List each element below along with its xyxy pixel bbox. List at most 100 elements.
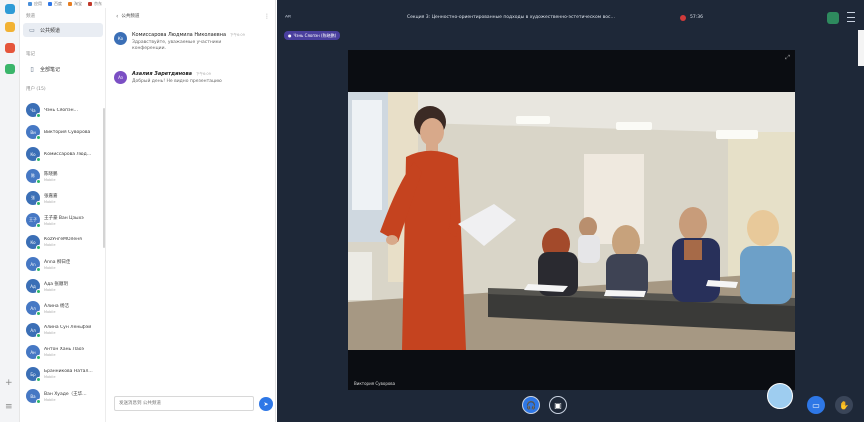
bookmark-item[interactable]: 京东 bbox=[88, 1, 102, 7]
camera-video-feed bbox=[348, 92, 795, 350]
avatar: Ко bbox=[26, 235, 41, 250]
avatar: 陈 bbox=[26, 169, 41, 184]
participant-device: Mobile bbox=[44, 177, 56, 182]
participant-item[interactable]: Ал Алина 杨洁 Mobile bbox=[26, 297, 104, 319]
online-status-icon bbox=[36, 289, 41, 294]
meeting-area: ᴬᴿ Секция 3: Ценностно-ориентированные п… bbox=[277, 0, 864, 422]
menu-icon[interactable]: ≡ bbox=[5, 402, 13, 412]
participant-item[interactable]: Ал Алина Сун Леньфэй Mobile bbox=[26, 319, 104, 341]
chat-bubble-icon: ▭ bbox=[29, 26, 35, 34]
bookmark-icon bbox=[68, 1, 72, 6]
participant-item[interactable]: Ко Комиссарова Люд… bbox=[26, 143, 104, 165]
calendar-icon[interactable] bbox=[5, 43, 15, 53]
headset-button[interactable]: 🎧 bbox=[522, 396, 540, 414]
online-status-icon bbox=[36, 333, 41, 338]
online-status-icon bbox=[36, 113, 41, 118]
participant-item[interactable]: Ча Чэнь Сяопэн… bbox=[26, 99, 104, 121]
participant-item[interactable]: Ан Антон Хань Лаоэ Mobile bbox=[26, 341, 104, 363]
avatar: Ал bbox=[26, 323, 41, 338]
message-text: Здравствуйте, уважаемые участники конфер… bbox=[132, 40, 222, 51]
chat-header: ‹ 公共频道 ⋮ bbox=[116, 12, 270, 20]
avatar: 王子 bbox=[26, 213, 41, 228]
raise-hand-button[interactable]: ✋ bbox=[835, 396, 853, 414]
participant-item[interactable]: Бр Бранникова Натал… Mobile bbox=[26, 363, 104, 385]
meeting-timer: 57:36 bbox=[690, 15, 703, 20]
contacts-icon[interactable] bbox=[5, 64, 15, 74]
online-status-icon bbox=[36, 267, 41, 272]
participant-device: Mobile bbox=[44, 397, 56, 402]
participant-item[interactable]: Ад Ада 张顺玥 Mobile bbox=[26, 275, 104, 297]
bookmark-item[interactable]: 淘宝 bbox=[68, 1, 82, 7]
participant-name: Ада 张顺玥 bbox=[44, 281, 68, 287]
online-status-icon bbox=[36, 311, 41, 316]
bookmark-item[interactable]: 百度 bbox=[48, 1, 62, 7]
app-logo-icon: ᴬᴿ bbox=[285, 14, 292, 22]
message-input[interactable] bbox=[114, 396, 254, 411]
avatar: Ко bbox=[114, 32, 127, 45]
notes-icon: ▯ bbox=[30, 65, 34, 73]
more-options-icon[interactable]: ⋮ bbox=[264, 13, 270, 20]
participant-item[interactable]: An Anna 柳日佳 Mobile bbox=[26, 253, 104, 275]
notes-label: 全部笔记 bbox=[40, 66, 61, 73]
app-logo-icon[interactable] bbox=[5, 4, 15, 14]
connection-status-icon[interactable] bbox=[827, 12, 839, 24]
participant-device: Mobile bbox=[44, 243, 56, 247]
active-speaker-badge: ● Чэнь Сяопэн (陈晓鹏) bbox=[284, 31, 341, 40]
back-icon[interactable]: ‹ bbox=[116, 13, 118, 20]
microphone-icon: ● bbox=[288, 33, 292, 38]
video-stage: ⤢ Виктория Суворова bbox=[348, 50, 795, 390]
chat-message: Ко Комиссарова Людмила Николаевна 下午6:09… bbox=[114, 32, 272, 52]
bookmark-label: 应用 bbox=[34, 0, 42, 6]
send-button[interactable]: ➤ bbox=[259, 397, 273, 411]
fullscreen-icon[interactable]: ⤢ bbox=[785, 54, 790, 62]
online-status-icon bbox=[36, 245, 41, 250]
participant-device: Mobile bbox=[44, 353, 56, 357]
mail-icon[interactable] bbox=[5, 22, 15, 32]
recording-icon bbox=[680, 15, 686, 21]
channel-item-public[interactable]: ▭ 公共频道 bbox=[23, 23, 103, 37]
participant-item[interactable]: 王子 王子豪 Ван Цзыхэ Mobile bbox=[26, 209, 104, 231]
participant-item[interactable]: Ви Виктория Суворова bbox=[26, 121, 104, 143]
speaker-name: Чэнь Сяопэн (陈晓鹏) bbox=[293, 32, 337, 38]
channels-section-label: 频道 bbox=[26, 14, 35, 19]
participant-item[interactable]: 陈陈晓鹏 Mobile bbox=[26, 165, 104, 187]
bookmark-icon bbox=[48, 1, 52, 6]
participant-name: Алина Сун Леньфэй bbox=[44, 325, 92, 330]
avatar: Аз bbox=[114, 71, 127, 84]
participant-name: Бранникова Натал… bbox=[44, 369, 93, 374]
add-icon[interactable]: + bbox=[5, 378, 13, 388]
participant-name: Виктория Суворова bbox=[44, 129, 91, 135]
participant-name: 陈晓鹏 bbox=[44, 171, 58, 177]
bookmark-item[interactable]: 应用 bbox=[28, 1, 42, 7]
floating-action-button[interactable] bbox=[767, 383, 793, 409]
participant-item[interactable]: Ко КоzУнгеМОленя Mobile bbox=[26, 231, 104, 253]
participant-name: КоzУнгеМОленя bbox=[44, 237, 82, 242]
channel-label: 公共频道 bbox=[40, 27, 61, 34]
avatar: An bbox=[26, 257, 41, 272]
message-text: Добрый день! Не видно презентацию bbox=[132, 79, 222, 84]
online-status-icon bbox=[36, 377, 41, 382]
users-section-label: 用户 (15) bbox=[26, 87, 46, 92]
participant-device: Mobile bbox=[44, 199, 56, 204]
online-status-icon bbox=[36, 399, 41, 404]
participants-panel: 频道 ▭ 公共频道 笔记 ▯ 全部笔记 用户 (15) Ча Чэнь Сяопэ… bbox=[20, 8, 106, 422]
message-time: 下午6:09 bbox=[230, 33, 245, 37]
avatar: Ко bbox=[26, 147, 41, 162]
participant-device: Mobile bbox=[44, 331, 56, 335]
avatar: Ча bbox=[26, 103, 41, 118]
participant-scrollbar[interactable] bbox=[103, 108, 105, 248]
participant-item[interactable]: Ва Ван Хуаде（王华… Mobile bbox=[26, 385, 104, 407]
side-scrollbar[interactable] bbox=[858, 30, 864, 66]
screenshare-button[interactable]: ▣ bbox=[549, 396, 567, 414]
online-status-icon bbox=[36, 201, 41, 206]
participant-device: Mobile bbox=[44, 309, 56, 314]
participant-name: 张嘉嘉 bbox=[44, 193, 58, 199]
participant-item[interactable]: 张张嘉嘉 Mobile bbox=[26, 187, 104, 209]
menu-icon[interactable] bbox=[847, 12, 855, 22]
bookmark-icon bbox=[28, 1, 32, 6]
notes-item[interactable]: ▯ 全部笔记 bbox=[23, 62, 103, 76]
presentation-button[interactable]: ▭ bbox=[807, 396, 825, 414]
message-time: 下午6:09 bbox=[196, 72, 211, 76]
avatar: Ви bbox=[26, 125, 41, 140]
online-status-icon bbox=[36, 355, 41, 360]
